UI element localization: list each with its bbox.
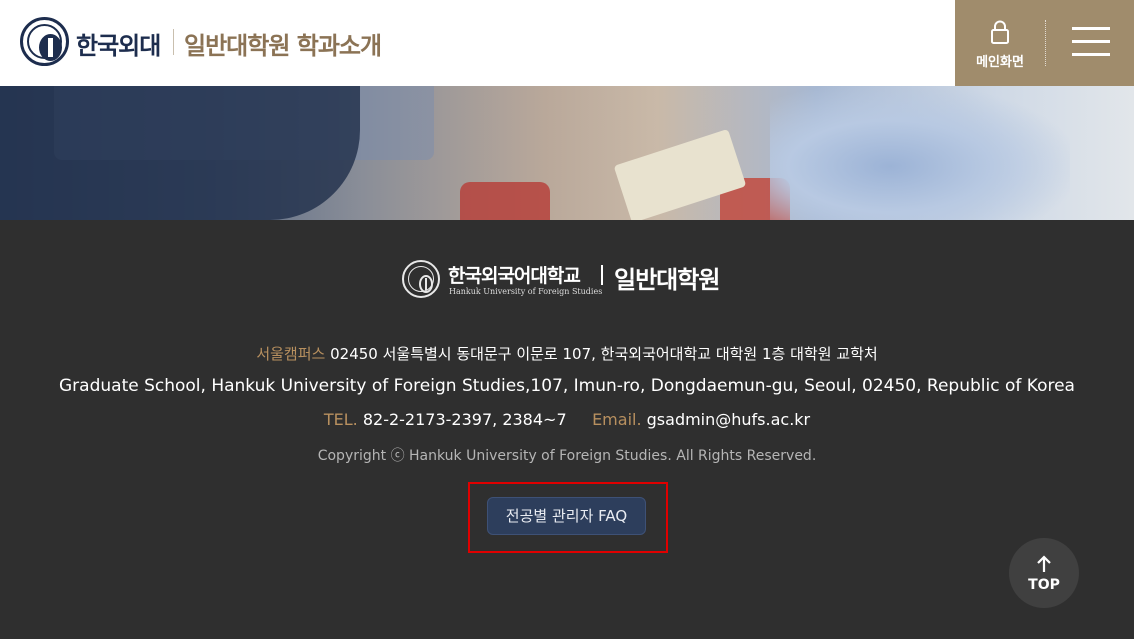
- footer-logo-english: Hankuk University of Foreign Studies: [449, 287, 603, 296]
- admin-faq-button[interactable]: 전공별 관리자 FAQ: [487, 497, 646, 535]
- header-divider: [1045, 20, 1046, 66]
- site-footer: 한국외국어대학교 Hankuk University of Foreign St…: [0, 220, 1134, 639]
- header-utility: 메인화면: [955, 0, 1134, 86]
- main-page-button[interactable]: 메인화면: [955, 0, 1045, 86]
- address-korean-line: 서울캠퍼스 02450 서울특별시 동대문구 이문로 107, 한국외국어대학교…: [0, 343, 1134, 364]
- address-english: Graduate School, Hankuk University of Fo…: [59, 376, 1075, 396]
- hero-banner-image: [0, 86, 1134, 220]
- arrow-up-icon: [1037, 555, 1051, 572]
- footer-emblem-icon: [402, 260, 440, 298]
- campus-label: 서울캠퍼스: [256, 345, 326, 363]
- lock-icon: [991, 20, 1009, 44]
- hufs-logo-text[interactable]: 한국외대: [76, 26, 161, 61]
- email-label: Email.: [592, 410, 642, 429]
- address-korean: 02450 서울특별시 동대문구 이문로 107, 한국외국어대학교 대학원 1…: [330, 345, 878, 363]
- site-title[interactable]: 일반대학원 학과소개: [184, 26, 382, 61]
- top-label: TOP: [1028, 577, 1060, 593]
- logo-divider: [173, 29, 174, 55]
- email-value[interactable]: gsadmin@hufs.ac.kr: [647, 410, 811, 429]
- hufs-emblem-icon[interactable]: [20, 17, 69, 66]
- site-header: 한국외대 일반대학원 학과소개 메인화면: [0, 0, 1134, 86]
- contact-line: TEL. 82-2-2173-2397, 2384~7 Email. gsadm…: [0, 410, 1134, 429]
- copyright-text: Copyright ⓒ Hankuk University of Foreign…: [317, 448, 817, 464]
- footer-logo-korean: 한국외국어대학교: [448, 265, 581, 287]
- scroll-top-button[interactable]: TOP: [1009, 538, 1079, 608]
- hamburger-menu-icon[interactable]: [1072, 27, 1110, 57]
- main-page-label: 메인화면: [976, 55, 1024, 70]
- tel-value: 82-2-2173-2397, 2384~7: [362, 410, 567, 429]
- tel-label: TEL.: [323, 410, 358, 429]
- footer-graduate-school: 일반대학원: [614, 266, 720, 294]
- footer-logo-divider: [601, 265, 603, 285]
